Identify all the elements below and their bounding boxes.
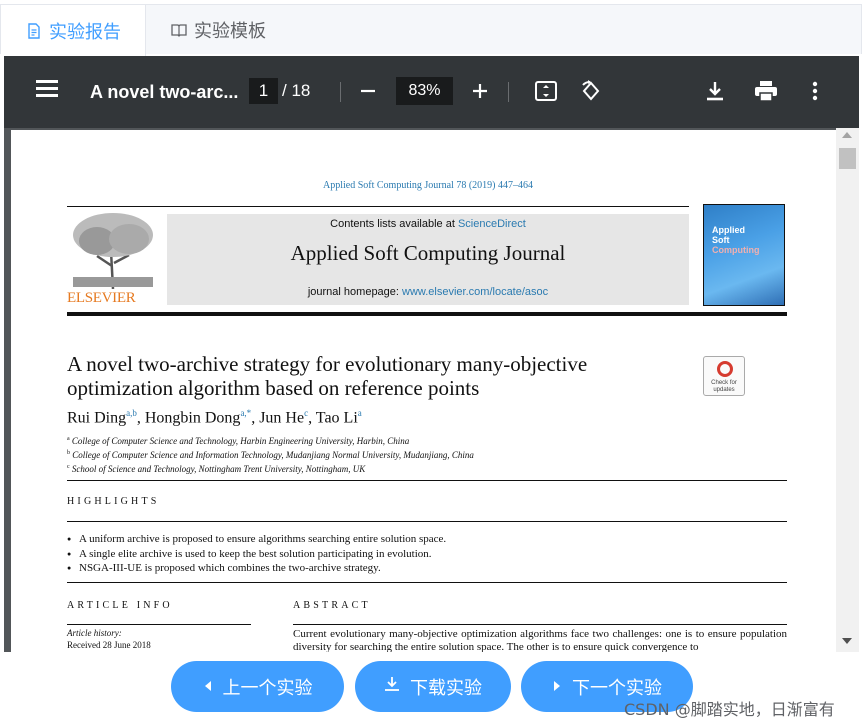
author-sep: , [136, 409, 145, 427]
received-date: Received 28 June 2018 [67, 640, 151, 650]
affil-sup: c [67, 464, 70, 470]
print-icon[interactable] [752, 77, 780, 105]
abstract-text: Current evolutionary many-objective opti… [293, 628, 787, 652]
tab-bar: 实验报告 实验模板 [0, 4, 862, 56]
fit-page-icon[interactable] [532, 77, 560, 105]
app-frame: 实验报告 实验模板 A novel two-arc... 1 / 18 83% [0, 0, 867, 725]
cover-title: Applied Soft Computing [712, 225, 760, 255]
pdf-page: Applied Soft Computing Journal 78 (2019)… [11, 130, 836, 652]
caret-left-icon [203, 676, 213, 697]
header-rule [67, 206, 689, 207]
paper-title-line: A novel two-archive strategy for evoluti… [67, 352, 588, 376]
author-name: Rui Ding [67, 409, 127, 427]
author-affil-sup: a,* [240, 408, 252, 418]
paper-title-line: optimization algorithm based on referenc… [67, 376, 480, 400]
affil-text: College of Computer Science and Informat… [72, 450, 474, 460]
journal-name: Applied Soft Computing Journal [290, 241, 566, 265]
section-rule [67, 480, 787, 481]
journal-citation: Applied Soft Computing Journal 78 (2019)… [323, 180, 533, 191]
homepage-line: journal homepage: www.elsevier.com/locat… [167, 286, 689, 298]
document-title: A novel two-arc... [90, 81, 239, 102]
vertical-scrollbar[interactable] [836, 128, 859, 652]
pdf-viewer: A novel two-arc... 1 / 18 83% Applied So… [4, 56, 859, 652]
highlights-list: A uniform archive is proposed to ensure … [67, 532, 787, 576]
page-total: / 18 [282, 81, 311, 100]
author-sep: , [251, 409, 260, 427]
homepage-prefix: journal homepage: [307, 286, 403, 298]
rotate-icon[interactable] [577, 77, 605, 105]
previous-experiment-label: 上一个实验 [222, 677, 313, 699]
more-options-icon[interactable] [801, 77, 829, 105]
section-rule [67, 624, 251, 625]
pdf-page-area: Applied Soft Computing Journal 78 (2019)… [4, 128, 836, 652]
toolbar-divider [340, 82, 341, 102]
previous-experiment-button[interactable]: 上一个实验 [171, 661, 344, 712]
check-for-updates-badge[interactable]: Check for updates [703, 356, 745, 396]
pdf-toolbar: A novel two-arc... 1 / 18 83% [4, 56, 859, 128]
affiliations: a College of Computer Science and Techno… [67, 433, 767, 475]
author-list: Rui Dinga,b, Hongbin Donga,*, Jun Hec, T… [67, 408, 767, 427]
tab-report[interactable]: 实验报告 [1, 5, 146, 56]
contents-line: Contents lists available at ScienceDirec… [167, 218, 689, 230]
tab-template-label: 实验模板 [194, 21, 266, 42]
abstract-heading: ABSTRACT [293, 600, 371, 611]
paper-title: A novel two-archive strategy for evoluti… [67, 352, 687, 400]
download-experiment-button[interactable]: 下载实验 [355, 661, 511, 712]
author-name: Jun He [259, 409, 305, 427]
watermark: CSDN @脚踏实地，日渐富有 [624, 700, 835, 719]
highlight-item: A uniform archive is proposed to ensure … [67, 532, 787, 547]
scroll-down-arrow-icon[interactable] [842, 638, 852, 644]
affiliation-item: b College of Computer Science and Inform… [67, 447, 767, 461]
author-affil-sup: a [357, 408, 362, 418]
check-updates-icon [717, 361, 733, 377]
zoom-in-icon[interactable] [468, 78, 492, 104]
author-sep: , [308, 409, 316, 427]
affil-text: School of Science and Technology, Nottin… [71, 464, 366, 474]
publisher-name: ELSEVIER [67, 290, 136, 306]
cover-line: Soft [712, 235, 730, 245]
sciencedirect-link[interactable]: ScienceDirect [458, 218, 526, 230]
homepage-link[interactable]: www.elsevier.com/locate/asoc [402, 286, 548, 298]
toolbar-divider [508, 82, 509, 102]
zoom-out-icon[interactable] [356, 78, 380, 104]
affil-text: College of Computer Science and Technolo… [71, 436, 410, 446]
cover-line: Applied [712, 225, 745, 235]
section-rule [293, 624, 787, 625]
menu-icon[interactable] [36, 80, 58, 98]
masthead-rule [67, 312, 787, 316]
article-history-label: Article history: [67, 628, 122, 638]
tab-report-label: 实验报告 [49, 21, 121, 43]
zoom-level-input[interactable]: 83% [396, 77, 453, 105]
download-icon[interactable] [701, 77, 729, 105]
scroll-up-arrow-icon[interactable] [842, 132, 852, 138]
journal-cover-image: Applied Soft Computing [703, 204, 785, 306]
download-icon [384, 676, 400, 697]
highlights-heading: HIGHLIGHTS [67, 496, 160, 507]
author-affil-sup: a,b [126, 408, 137, 418]
book-icon [170, 21, 188, 39]
affil-sup: b [67, 450, 70, 456]
cover-line: Computing [712, 245, 760, 255]
author-name: Hongbin Dong [144, 409, 241, 427]
tab-template[interactable]: 实验模板 [146, 5, 296, 55]
affil-sup: a [67, 436, 70, 442]
affiliation-item: a College of Computer Science and Techno… [67, 433, 767, 447]
document-icon [25, 22, 43, 40]
scroll-thumb[interactable] [839, 148, 856, 169]
highlight-item: A single elite archive is used to keep t… [67, 547, 787, 562]
affiliation-item: c School of Science and Technology, Nott… [67, 461, 767, 475]
section-rule [67, 582, 787, 583]
highlight-item: NSGA-III-UE is proposed which combines t… [67, 561, 787, 576]
contents-prefix: Contents lists available at [330, 218, 458, 230]
journal-masthead: Contents lists available at ScienceDirec… [167, 214, 689, 305]
download-experiment-label: 下载实验 [410, 677, 482, 699]
caret-right-icon [552, 676, 562, 697]
check-updates-label: Check for updates [711, 380, 737, 393]
author-name: Tao Li [315, 409, 358, 427]
section-rule [67, 521, 787, 522]
page-number-input[interactable]: 1 [249, 78, 278, 104]
article-info-heading: ARTICLE INFO [67, 600, 173, 611]
